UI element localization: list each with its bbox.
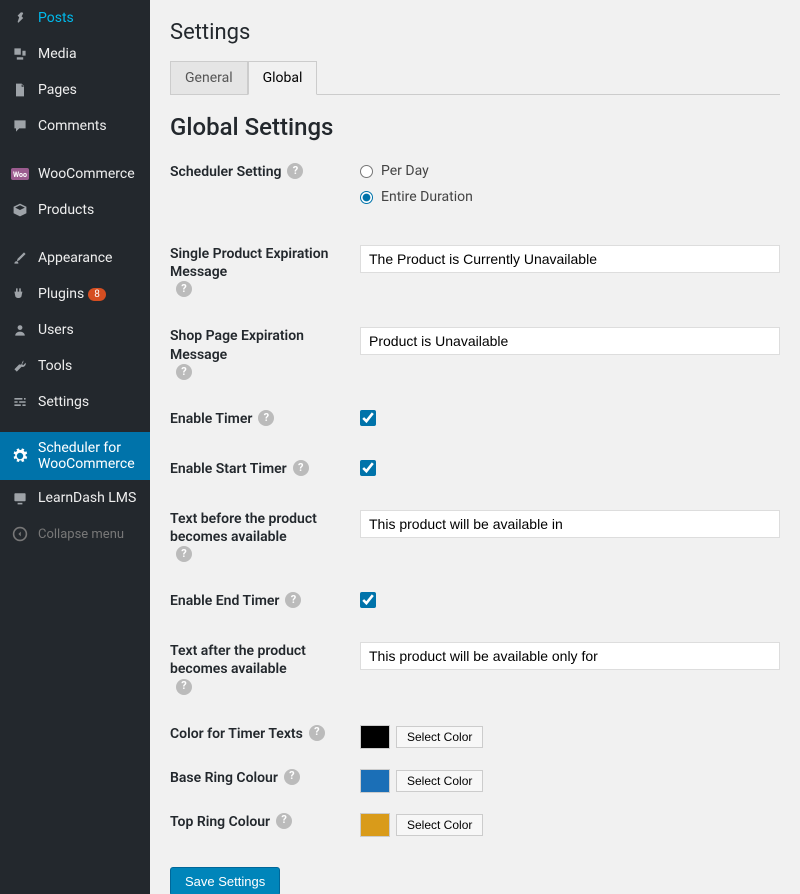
page-icon: [10, 80, 30, 100]
plug-icon: [10, 284, 30, 304]
save-settings-button[interactable]: Save Settings: [170, 867, 280, 894]
text-before-label: Text before the product becomes availabl…: [170, 510, 360, 562]
select-color-button[interactable]: Select Color: [396, 726, 483, 748]
help-icon[interactable]: ?: [176, 679, 192, 695]
text-before-input[interactable]: [360, 510, 780, 538]
sidebar-item-label: Users: [38, 322, 74, 338]
woocommerce-icon: Woo: [10, 164, 30, 184]
sidebar-item-tools[interactable]: Tools: [0, 348, 150, 384]
svg-text:Woo: Woo: [13, 171, 27, 179]
sidebar-item-label: Tools: [38, 358, 72, 374]
color-swatch-timer[interactable]: [360, 725, 390, 749]
color-swatch-top[interactable]: [360, 813, 390, 837]
sidebar-item-posts[interactable]: Posts: [0, 0, 150, 36]
box-icon: [10, 200, 30, 220]
main-content: Settings General Global Global Settings …: [150, 0, 800, 894]
sidebar-item-label: Media: [38, 46, 77, 62]
sidebar-item-label: Appearance: [38, 250, 112, 266]
sidebar-item-label: Comments: [38, 118, 107, 134]
user-icon: [10, 320, 30, 340]
sidebar-item-label: Settings: [38, 394, 89, 410]
sliders-icon: [10, 392, 30, 412]
help-icon[interactable]: ?: [258, 410, 274, 426]
enable-timer-label: Enable Timer ?: [170, 410, 360, 430]
help-icon[interactable]: ?: [309, 725, 325, 741]
help-icon[interactable]: ?: [284, 769, 300, 785]
sidebar-item-label: Scheduler for WooCommerce: [38, 440, 140, 472]
comment-icon: [10, 116, 30, 136]
text-after-input[interactable]: [360, 642, 780, 670]
help-icon[interactable]: ?: [176, 364, 192, 380]
enable-timer-checkbox[interactable]: [360, 410, 376, 426]
tab-global[interactable]: Global: [248, 61, 318, 95]
color-swatch-base[interactable]: [360, 769, 390, 793]
admin-sidebar: Posts Media Pages Comments Woo WooCommer…: [0, 0, 150, 894]
sidebar-item-label: LearnDash LMS: [38, 490, 136, 506]
enable-end-timer-checkbox[interactable]: [360, 592, 376, 608]
collapse-label: Collapse menu: [38, 527, 124, 542]
enable-start-timer-label: Enable Start Timer ?: [170, 460, 360, 480]
color-timer-label: Color for Timer Texts ?: [170, 725, 360, 749]
shop-expiration-input[interactable]: [360, 327, 780, 355]
sidebar-item-users[interactable]: Users: [0, 312, 150, 348]
sidebar-item-label: WooCommerce: [38, 166, 135, 182]
enable-start-timer-checkbox[interactable]: [360, 460, 376, 476]
radio-per-day[interactable]: Per Day: [360, 163, 780, 179]
text-after-label: Text after the product becomes available…: [170, 642, 360, 694]
radio-entire-duration[interactable]: Entire Duration: [360, 189, 780, 205]
media-icon: [10, 44, 30, 64]
sidebar-item-label: Posts: [38, 10, 74, 26]
shop-expiration-label: Shop Page Expiration Message ?: [170, 327, 360, 379]
sidebar-item-label: Plugins: [38, 286, 84, 302]
base-ring-label: Base Ring Colour ?: [170, 769, 360, 793]
help-icon[interactable]: ?: [293, 460, 309, 476]
tab-general[interactable]: General: [170, 61, 248, 95]
section-heading: Global Settings: [170, 113, 780, 141]
help-icon[interactable]: ?: [176, 546, 192, 562]
sidebar-item-learndash[interactable]: LearnDash LMS: [0, 480, 150, 516]
update-badge: 8: [88, 288, 106, 301]
scheduler-setting-label: Scheduler Setting?: [170, 163, 360, 215]
top-ring-label: Top Ring Colour ?: [170, 813, 360, 837]
sidebar-item-plugins[interactable]: Plugins 8: [0, 276, 150, 312]
collapse-menu[interactable]: Collapse menu: [0, 516, 150, 552]
learndash-icon: [10, 488, 30, 508]
single-expiration-input[interactable]: [360, 245, 780, 273]
brush-icon: [10, 248, 30, 268]
enable-end-timer-label: Enable End Timer ?: [170, 592, 360, 612]
single-expiration-label: Single Product Expiration Message ?: [170, 245, 360, 297]
sidebar-item-media[interactable]: Media: [0, 36, 150, 72]
sidebar-item-scheduler[interactable]: Scheduler for WooCommerce: [0, 432, 150, 480]
page-title: Settings: [170, 20, 780, 45]
select-color-button[interactable]: Select Color: [396, 814, 483, 836]
sidebar-item-woocommerce[interactable]: Woo WooCommerce: [0, 156, 150, 192]
sidebar-item-label: Pages: [38, 82, 77, 98]
help-icon[interactable]: ?: [285, 592, 301, 608]
sidebar-item-label: Products: [38, 202, 94, 218]
wrench-icon: [10, 356, 30, 376]
help-icon[interactable]: ?: [287, 163, 303, 179]
sidebar-item-appearance[interactable]: Appearance: [0, 240, 150, 276]
sidebar-item-comments[interactable]: Comments: [0, 108, 150, 144]
collapse-icon: [10, 524, 30, 544]
help-icon[interactable]: ?: [276, 813, 292, 829]
pin-icon: [10, 8, 30, 28]
gear-icon: [10, 446, 30, 466]
sidebar-item-settings[interactable]: Settings: [0, 384, 150, 420]
help-icon[interactable]: ?: [176, 281, 192, 297]
sidebar-item-pages[interactable]: Pages: [0, 72, 150, 108]
sidebar-item-products[interactable]: Products: [0, 192, 150, 228]
tabs: General Global: [170, 61, 780, 95]
select-color-button[interactable]: Select Color: [396, 770, 483, 792]
